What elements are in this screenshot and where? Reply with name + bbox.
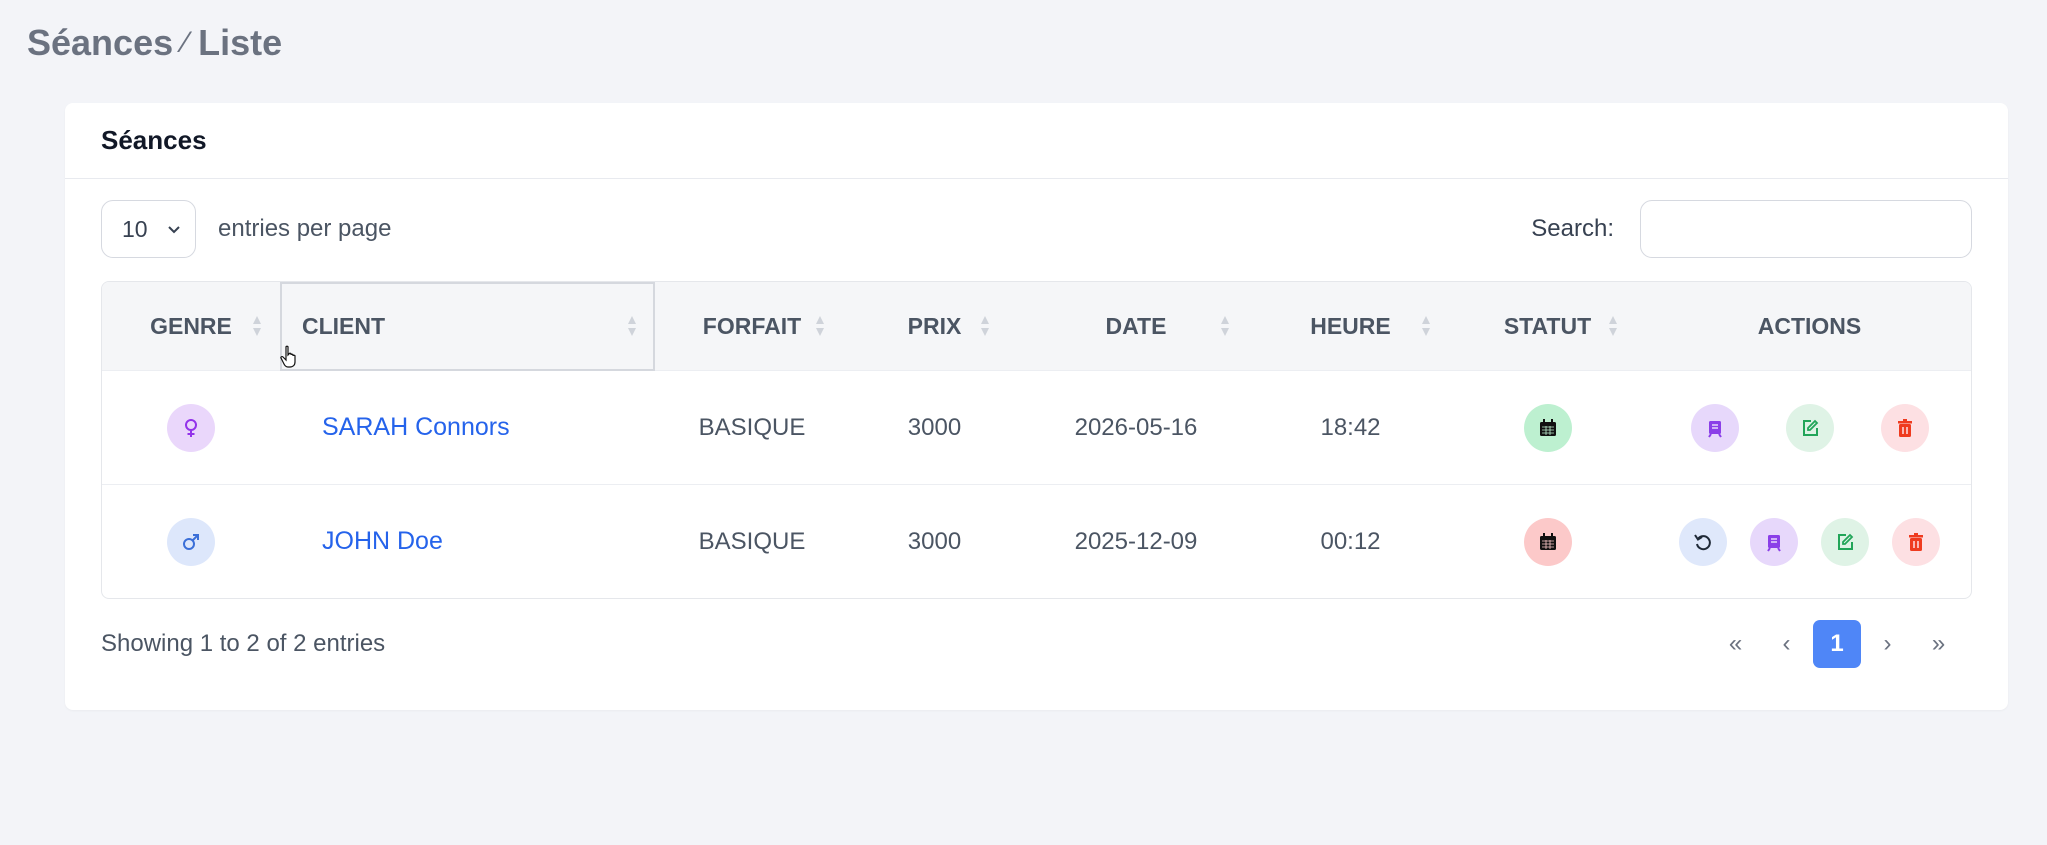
sort-icon [253,316,261,336]
th-client[interactable]: CLIENT [280,282,655,371]
heure-cell: 00:12 [1320,527,1381,555]
date-cell: 2026-05-16 [1074,413,1198,441]
forfait-cell: BASIQUE [698,413,806,441]
trash-icon[interactable] [1880,403,1929,452]
prix-cell: 3000 [907,527,962,555]
per-page-value: 10 [122,215,148,242]
date-cell: 2025-12-09 [1074,527,1198,555]
edit-icon[interactable] [1821,517,1869,566]
receipt-icon[interactable] [1750,517,1798,566]
trash-icon[interactable] [1892,517,1940,566]
first-page-button[interactable]: « [1710,620,1761,668]
sort-icon [1422,316,1430,336]
th-forfait[interactable]: FORFAIT [655,282,849,371]
table-row: JOHN Doe BASIQUE 3000 2025-12-09 00:12 [102,484,1971,599]
th-statut[interactable]: STATUT [1449,282,1646,371]
next-page-button[interactable]: › [1862,620,1913,668]
th-genre[interactable]: GENRE [102,282,280,371]
calendar-icon[interactable] [1523,517,1572,566]
card-title: Séances [65,103,2008,179]
th-client-label: CLIENT [302,312,386,339]
breadcrumb-separator: ⁄ [183,26,189,59]
breadcrumb-section[interactable]: Séances [27,22,173,64]
client-link[interactable]: JOHN Doe [322,527,443,555]
entries-info: Showing 1 to 2 of 2 entries [101,630,386,657]
th-heure[interactable]: HEURE [1252,282,1449,371]
search-control: Search: [1531,200,1972,258]
prev-page-button[interactable]: ‹ [1761,620,1812,668]
genre-cell [102,371,280,485]
th-forfait-label: FORFAIT [702,312,802,339]
receipt-icon[interactable] [1690,403,1739,452]
sort-icon [1609,316,1617,336]
restore-icon[interactable] [1679,517,1727,566]
seances-table: GENRE CLIENT FORFAIT PRIX DATE HEURE STA… [101,281,1972,599]
th-actions-label: ACTIONS [1757,312,1862,339]
search-input[interactable] [1640,200,1972,258]
sort-icon [981,316,989,336]
statut-cell [1449,485,1646,599]
th-prix-label: PRIX [907,312,962,339]
th-date-label: DATE [1105,312,1167,339]
th-prix[interactable]: PRIX [849,282,1020,371]
actions-cell [1646,371,1971,485]
th-date[interactable]: DATE [1020,282,1252,371]
heure-cell: 18:42 [1320,413,1381,441]
sort-icon [628,316,636,336]
pagination: « ‹ 1 › » [1710,620,1964,668]
th-actions: ACTIONS [1646,282,1971,371]
sort-icon [1221,316,1229,336]
seances-card: Séances 10 entries per page Search: GENR… [65,103,2008,710]
table-row: SARAH Connors BASIQUE 3000 2026-05-16 18… [102,370,1971,485]
table-header-row: GENRE CLIENT FORFAIT PRIX DATE HEURE STA… [102,282,1971,371]
client-link[interactable]: SARAH Connors [322,413,510,441]
calendar-icon[interactable] [1523,403,1572,452]
genre-cell [102,485,280,599]
client-cell: JOHN Doe [280,485,655,599]
th-statut-label: STATUT [1503,312,1592,339]
breadcrumb: Séances ⁄ Liste [27,22,282,64]
male-icon [167,517,215,566]
th-heure-label: HEURE [1310,312,1391,339]
edit-icon[interactable] [1785,403,1834,452]
chevron-down-icon [168,226,180,234]
table-controls: 10 entries per page Search: [101,200,1972,260]
female-icon [167,403,215,452]
prix-cell: 3000 [907,413,962,441]
th-genre-label: GENRE [150,312,232,339]
per-page-control: 10 entries per page [101,200,391,258]
hand-cursor-icon [280,345,296,368]
actions-cell [1646,485,1971,599]
per-page-label: entries per page [218,215,392,242]
sort-icon [816,316,824,336]
breadcrumb-page: Liste [198,22,283,63]
client-cell: SARAH Connors [280,371,655,485]
per-page-select[interactable]: 10 [101,200,196,258]
statut-cell [1449,371,1646,485]
last-page-button[interactable]: » [1913,620,1964,668]
page-1-button[interactable]: 1 [1813,620,1861,668]
forfait-cell: BASIQUE [698,527,806,555]
search-label: Search: [1531,215,1614,242]
